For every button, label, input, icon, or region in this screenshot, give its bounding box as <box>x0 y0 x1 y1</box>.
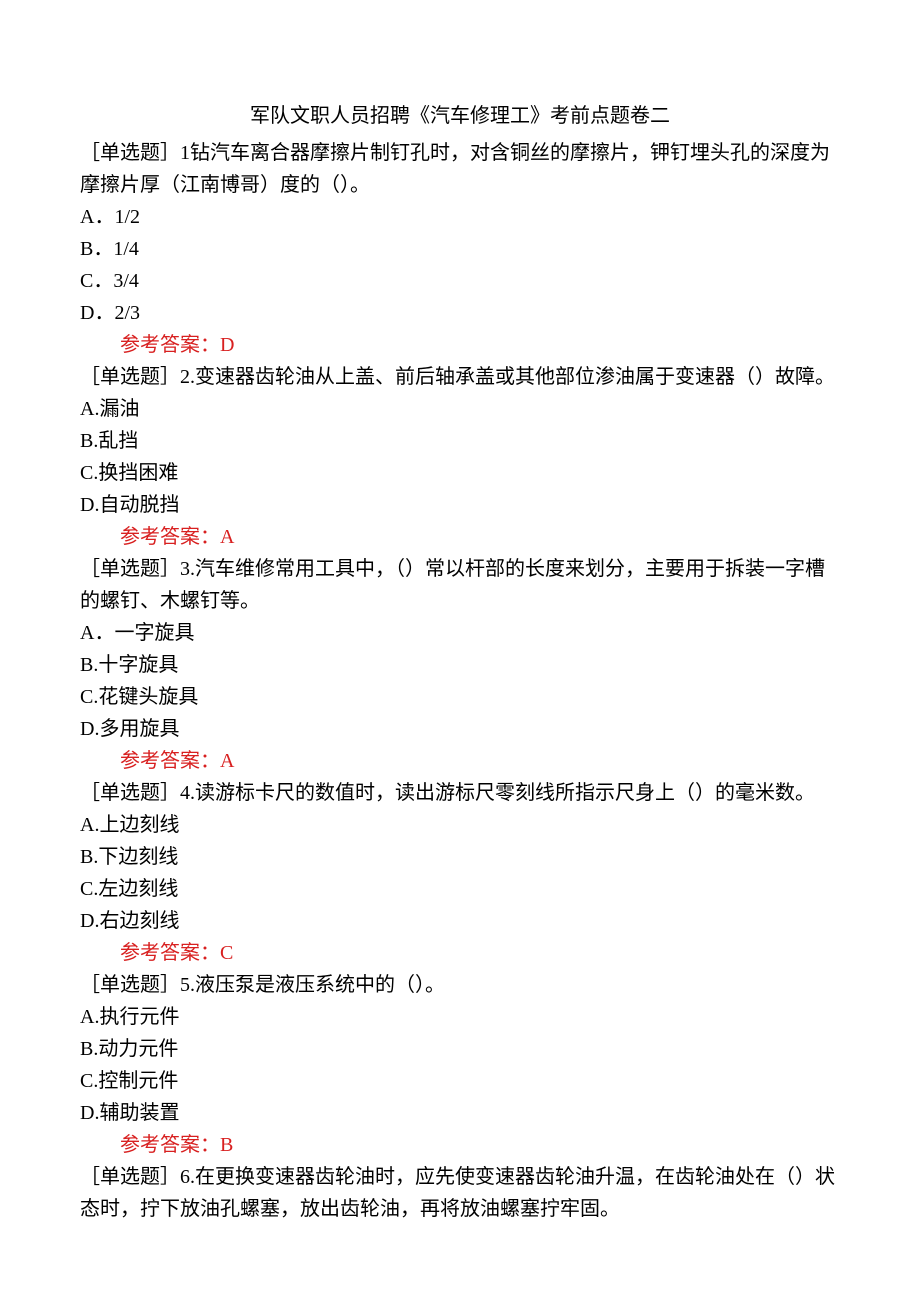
question-6: ［单选题］6.在更换变速器齿轮油时，应先使变速器齿轮油升温，在齿轮油处在（）状态… <box>80 1161 840 1225</box>
option-c: C.换挡困难 <box>80 457 840 489</box>
option-b: B.下边刻线 <box>80 841 840 873</box>
question-text: ［单选题］1钻汽车离合器摩擦片制钉孔时，对含铜丝的摩擦片，钾钉埋头孔的深度为摩擦… <box>80 137 840 201</box>
option-d: D．2/3 <box>80 297 840 329</box>
question-text: ［单选题］5.液压泵是液压系统中的（）。 <box>80 969 840 1001</box>
question-text: ［单选题］3.汽车维修常用工具中，（）常以杆部的长度来划分，主要用于拆装一字槽的… <box>80 553 840 617</box>
option-c: C.控制元件 <box>80 1065 840 1097</box>
option-b: B.乱挡 <box>80 425 840 457</box>
option-b: B.动力元件 <box>80 1033 840 1065</box>
answer: 参考答案：A <box>80 521 840 553</box>
option-a: A．一字旋具 <box>80 617 840 649</box>
option-b: B．1/4 <box>80 233 840 265</box>
question-text: ［单选题］4.读游标卡尺的数值时，读出游标尺零刻线所指示尺身上（）的毫米数。 <box>80 777 840 809</box>
question-3: ［单选题］3.汽车维修常用工具中，（）常以杆部的长度来划分，主要用于拆装一字槽的… <box>80 553 840 777</box>
question-1: ［单选题］1钻汽车离合器摩擦片制钉孔时，对含铜丝的摩擦片，钾钉埋头孔的深度为摩擦… <box>80 137 840 361</box>
option-a: A.漏油 <box>80 393 840 425</box>
option-d: D.辅助装置 <box>80 1097 840 1129</box>
option-d: D.右边刻线 <box>80 905 840 937</box>
option-c: C.左边刻线 <box>80 873 840 905</box>
question-4: ［单选题］4.读游标卡尺的数值时，读出游标尺零刻线所指示尺身上（）的毫米数。 A… <box>80 777 840 969</box>
answer: 参考答案：B <box>80 1129 840 1161</box>
option-a: A．1/2 <box>80 201 840 233</box>
question-text: ［单选题］6.在更换变速器齿轮油时，应先使变速器齿轮油升温，在齿轮油处在（）状态… <box>80 1161 840 1225</box>
option-c: C.花键头旋具 <box>80 681 840 713</box>
option-b: B.十字旋具 <box>80 649 840 681</box>
question-5: ［单选题］5.液压泵是液压系统中的（）。 A.执行元件 B.动力元件 C.控制元… <box>80 969 840 1161</box>
question-2: ［单选题］2.变速器齿轮油从上盖、前后轴承盖或其他部位渗油属于变速器（）故障。 … <box>80 361 840 553</box>
option-a: A.上边刻线 <box>80 809 840 841</box>
option-d: D.自动脱挡 <box>80 489 840 521</box>
document-title: 军队文职人员招聘《汽车修理工》考前点题卷二 <box>80 100 840 132</box>
option-a: A.执行元件 <box>80 1001 840 1033</box>
answer: 参考答案：C <box>80 937 840 969</box>
answer: 参考答案：A <box>80 745 840 777</box>
question-text: ［单选题］2.变速器齿轮油从上盖、前后轴承盖或其他部位渗油属于变速器（）故障。 <box>80 361 840 393</box>
option-c: C．3/4 <box>80 265 840 297</box>
answer: 参考答案：D <box>80 329 840 361</box>
option-d: D.多用旋具 <box>80 713 840 745</box>
